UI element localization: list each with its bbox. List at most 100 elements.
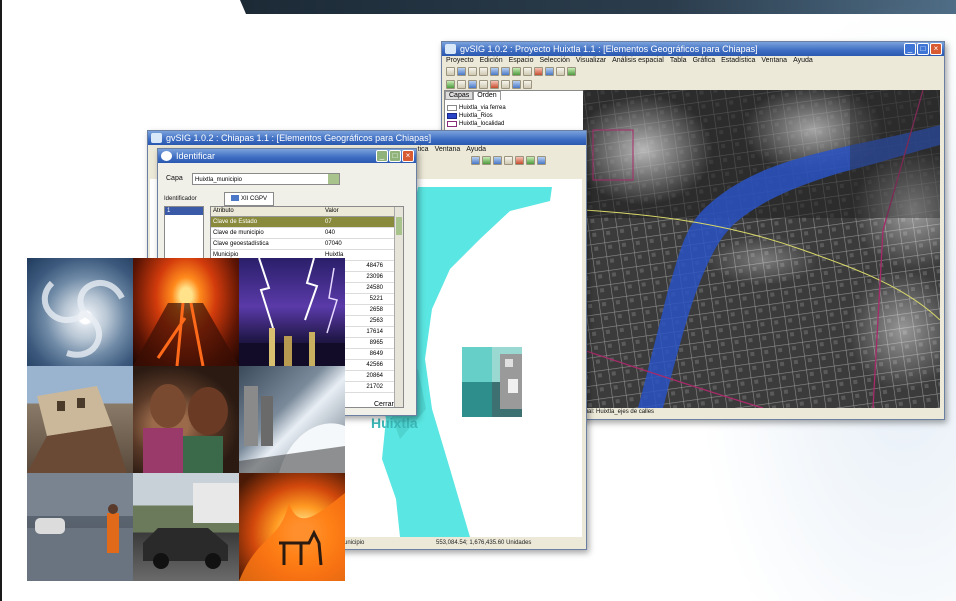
people-icon — [143, 384, 228, 473]
open-icon[interactable] — [457, 67, 466, 76]
query-icon[interactable] — [479, 80, 488, 89]
storm-surge-photo — [239, 366, 345, 473]
settings-icon[interactable] — [537, 156, 546, 165]
menu-estadistica[interactable]: tica — [418, 145, 429, 155]
layer-symbol-icon — [447, 121, 457, 127]
menu-ventana[interactable]: Ventana — [435, 145, 461, 155]
zoom-in-icon[interactable] — [490, 67, 499, 76]
volcano-photo — [133, 258, 239, 366]
window-title-bar[interactable]: gvSIG 1.0.2 : Chiapas 1.1 : [Elementos G… — [148, 131, 586, 145]
chart-icon[interactable] — [512, 80, 521, 89]
table-icon[interactable] — [468, 80, 477, 89]
fire-icon — [239, 493, 345, 581]
save-icon[interactable] — [468, 67, 477, 76]
disaster-victims-photo — [133, 366, 239, 473]
layer-item[interactable]: Huixtla_Rios — [447, 112, 583, 120]
menu-visualizar[interactable]: Visualizar — [576, 56, 606, 66]
menu-edicion[interactable]: Edición — [480, 56, 503, 66]
map-view-satellite[interactable] — [583, 90, 940, 408]
layer-label: Huixtla_Rios — [459, 113, 493, 119]
maximize-button[interactable]: □ — [917, 43, 929, 55]
wave-icon — [239, 386, 345, 473]
zoom-out-icon[interactable] — [501, 67, 510, 76]
table-row[interactable]: Clave de Estado 07 — [211, 217, 403, 228]
layer-label: Huixtla_localidad — [459, 121, 505, 127]
info-icon[interactable] — [471, 156, 480, 165]
select-icon[interactable] — [534, 67, 543, 76]
minimize-button[interactable]: _ — [904, 43, 916, 55]
maximize-button[interactable]: □ — [389, 150, 401, 162]
menu-ayuda[interactable]: Ayuda — [466, 145, 486, 155]
layer-select-value: Huixtla_municipio — [195, 177, 243, 183]
info-icon[interactable] — [545, 67, 554, 76]
layer-select[interactable]: Huixtla_municipio — [192, 173, 340, 185]
chevron-down-icon[interactable] — [328, 174, 339, 184]
tab-capas[interactable]: Capas — [445, 91, 474, 100]
menu-estadistica[interactable]: Estadística — [721, 56, 755, 66]
table-row[interactable]: Clave geoestadística 07040 — [211, 239, 403, 250]
menu-seleccion[interactable]: Selección — [540, 56, 570, 66]
dialog-title: Identificar — [176, 151, 216, 161]
close-dialog-button[interactable]: Cerrar — [374, 401, 394, 408]
status-coordinates: 553,084.54; 1,676,435.60 Unidades — [436, 540, 532, 546]
toolbar-1 — [442, 66, 944, 79]
menu-ayuda[interactable]: Ayuda — [793, 56, 813, 66]
collapsed-building-photo — [27, 366, 133, 473]
cell-attr: Clave de Estado — [213, 219, 258, 225]
dialog-title-bar[interactable]: Identificar _ □ × — [158, 149, 416, 163]
column-header-value[interactable]: Valor — [323, 207, 395, 216]
close-button[interactable]: × — [930, 43, 942, 55]
flood-photo — [27, 473, 133, 581]
edit-icon[interactable] — [457, 80, 466, 89]
menu-grafica[interactable]: Gráfica — [693, 56, 716, 66]
scroll-thumb[interactable] — [396, 217, 402, 235]
tab-orden[interactable]: Orden — [473, 91, 501, 100]
export-icon[interactable] — [523, 80, 532, 89]
menu-espacio[interactable]: Espacio — [509, 56, 534, 66]
menu-tabla[interactable]: Tabla — [670, 56, 687, 66]
pan-icon[interactable] — [512, 67, 521, 76]
grid-icon[interactable] — [501, 80, 510, 89]
window-title: gvSIG 1.0.2 : Chiapas 1.1 : [Elementos G… — [166, 133, 432, 143]
disaster-photo-collage — [27, 258, 345, 581]
layer-symbol-icon — [447, 113, 457, 119]
layer-icon[interactable] — [567, 67, 576, 76]
layer-icon[interactable] — [482, 156, 491, 165]
gvsig-icon — [445, 44, 456, 54]
layer-item[interactable]: Huixtla_localidad — [447, 120, 583, 128]
cell-value: 040 — [325, 230, 336, 236]
table-row[interactable]: Clave de municipio 040 — [211, 228, 403, 239]
menu-analisis[interactable]: Análisis espacial — [612, 56, 664, 66]
close-button[interactable]: × — [402, 150, 414, 162]
cell-value: 07 — [325, 219, 332, 225]
tab-census[interactable]: XII CGPV 2000 — [224, 192, 274, 214]
menu-proyecto[interactable]: Proyecto — [446, 56, 474, 66]
cell-attr: Clave geoestadística — [213, 241, 269, 247]
print-icon[interactable] — [479, 67, 488, 76]
flood-icon — [27, 504, 133, 581]
menu-ventana[interactable]: Ventana — [761, 56, 787, 66]
new-icon[interactable] — [446, 67, 455, 76]
table-header: Atributo Valor — [211, 207, 403, 217]
building-icon — [27, 386, 127, 473]
damaged-cars-photo — [133, 473, 239, 581]
lightning-photo — [239, 258, 345, 366]
minimize-button[interactable]: _ — [376, 150, 388, 162]
export-icon[interactable] — [526, 156, 535, 165]
dropdown-icon[interactable] — [504, 156, 513, 165]
analysis-icon[interactable] — [515, 156, 524, 165]
full-extent-icon[interactable] — [523, 67, 532, 76]
identifier-item[interactable]: 1 — [165, 207, 203, 215]
add-layer-icon[interactable] — [446, 80, 455, 89]
chart-icon[interactable] — [493, 156, 502, 165]
wildfire-photo — [239, 473, 345, 581]
table-scrollbar[interactable] — [394, 207, 403, 407]
measure-icon[interactable] — [556, 67, 565, 76]
column-header-attr[interactable]: Atributo — [211, 207, 323, 216]
hurricane-photo — [27, 258, 133, 366]
layer-item[interactable]: Huixtla_via ferrea — [447, 104, 583, 112]
window-title: gvSIG 1.0.2 : Proyecto Huixtla 1.1 : [El… — [460, 44, 758, 54]
window-title-bar[interactable]: gvSIG 1.0.2 : Proyecto Huixtla 1.1 : [El… — [442, 42, 944, 56]
delete-icon[interactable] — [490, 80, 499, 89]
cell-attr: Clave de municipio — [213, 230, 264, 236]
